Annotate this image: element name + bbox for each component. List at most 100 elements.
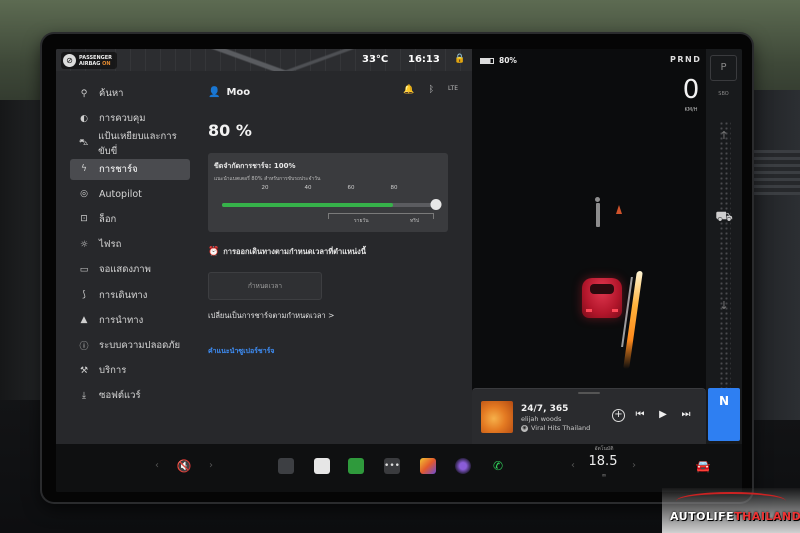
car-icon: ⛍ [78, 138, 89, 149]
passenger-airbag-indicator: ⊘ PASSENGER AIRBAG ON [61, 52, 118, 69]
navigation-icon: ▲ [80, 315, 88, 326]
sidebar-item-controls[interactable]: ◐ การควบคุม [70, 108, 190, 129]
trips-icon: ⟆ [82, 290, 86, 300]
phone-icon[interactable]: ✆ [490, 457, 506, 475]
switch-to-scheduled-charging-link[interactable]: เปลี่ยนเป็นการชาร์จตามกำหนดเวลา > [208, 310, 458, 322]
outside-temperature: 33°C [362, 54, 389, 65]
temp-down-icon[interactable]: ‹ [568, 457, 578, 475]
climate-mode-label: อัตโนมัติ [594, 446, 614, 452]
schedule-button[interactable]: กำหนดเวลา [208, 272, 322, 300]
settings-panel: ⊘ PASSENGER AIRBAG ON 33°C 16:13 🔒 ⚲ ค้นห… [56, 49, 472, 444]
sidebar-item-trips[interactable]: ⟆ การเดินทาง [70, 285, 190, 306]
airbag-label-line2: AIRBAG [79, 60, 101, 67]
neutral-button[interactable]: N [708, 388, 740, 441]
manual-app-icon[interactable] [314, 458, 330, 474]
sidebar-item-label: Autopilot [99, 188, 142, 200]
sidebar-item-safety[interactable]: ⓘ ระบบความปลอดภัย [70, 335, 190, 356]
state-of-charge: 80 % [208, 121, 252, 140]
sidebar-item-navigation[interactable]: ▲ การนำทาง [70, 310, 190, 331]
lock-status-icon[interactable]: 🔒 [454, 54, 465, 64]
light-icon: ☼ [79, 239, 89, 250]
charging-settings: 👤 Moo 🔔 ᛒ LTE 80 % ขีดจำกัดการชาร์จ: 100… [208, 83, 458, 357]
sidebar-item-software[interactable]: ⤓ ซอฟต์แวร์ [70, 385, 190, 406]
battery-indicator: 80% [480, 56, 517, 65]
alarm-clock-icon: ⏰ [208, 247, 220, 257]
park-sub-label: SBO [718, 91, 729, 97]
next-track-icon[interactable]: ⏭ [679, 409, 693, 420]
user-icon: 👤 [208, 86, 221, 98]
mute-icon[interactable]: 🔇 [174, 457, 194, 475]
bell-icon[interactable]: 🔔 [403, 85, 414, 95]
fan-icon: ∞ [601, 472, 607, 479]
car-interior-left [0, 100, 45, 400]
arrow-up-icon: ↑ [719, 129, 729, 142]
cabin-temperature[interactable]: 18.5 [588, 454, 618, 469]
album-art [481, 401, 513, 433]
lock-icon: ⊡ [80, 214, 88, 225]
sidebar-item-service[interactable]: ⚒ บริการ [70, 360, 190, 381]
charge-limit-slider[interactable] [222, 199, 442, 210]
download-icon: ⤓ [82, 390, 86, 401]
tick-label: 40 [304, 185, 312, 191]
sidebar-item-display[interactable]: ▭ จอแสดงภาพ [70, 259, 190, 280]
settings-sidebar: ⚲ ค้นหา ◐ การควบคุม ⛍ แป้นเหยียบและการขับขี… [70, 83, 190, 410]
sidebar-item-label: ระบบความปลอดภัย [99, 339, 181, 351]
add-favorite-icon[interactable]: + [612, 409, 625, 422]
ego-vehicle [582, 278, 622, 318]
volume-up-icon[interactable]: › [206, 457, 216, 475]
energy-app-icon[interactable] [348, 458, 364, 474]
gear-drag-track[interactable] [719, 121, 731, 421]
scheduled-departure-row: ⏰ การออกเดินทางตามกำหนดเวลาที่ตำแหน่งนี้ [208, 246, 458, 258]
sidebar-item-autopilot[interactable]: ◎ Autopilot [70, 184, 190, 205]
watermark-swoosh [676, 492, 786, 510]
sidebar-item-charging[interactable]: ϟ การชาร์จ [70, 158, 190, 180]
safety-icon: ⓘ [79, 341, 89, 352]
bluetooth-icon[interactable]: ᛒ [429, 85, 434, 95]
sidebar-item-locks[interactable]: ⊡ ล็อก [70, 209, 190, 230]
sidebar-item-label: จอแสดงภาพ [99, 264, 151, 276]
supercharging-tips-link[interactable]: คำแนะนำซูเปอร์ชาร์จ [208, 346, 458, 357]
gear-indicator: PRND [670, 55, 702, 64]
track-title: 24/7, 365 [521, 404, 569, 414]
car-controls-icon[interactable]: 🚘 [693, 457, 713, 475]
sidebar-item-label: บริการ [99, 365, 127, 377]
arcade-app-icon[interactable] [420, 458, 436, 474]
dashcam-app-icon[interactable] [278, 458, 294, 474]
temp-up-icon[interactable]: › [629, 457, 639, 475]
driving-visualization: 80% PRND 0 KM/H [472, 49, 742, 444]
airbag-icon: ⊘ [63, 54, 76, 67]
charge-limit-title: ขีดจำกัดการชาร์จ: 100% [214, 162, 296, 170]
profile-row[interactable]: 👤 Moo 🔔 ᛒ LTE [208, 83, 458, 101]
park-button[interactable]: P [710, 55, 737, 81]
gear-selector-rail: P SBO ↑ ⛟ ↓ N [706, 49, 742, 444]
sidebar-item-pedals-driving[interactable]: ⛍ แป้นเหยียบและการขับขี่ [70, 131, 190, 157]
watermark: AUTOLIFETHAILAND.TV [662, 488, 800, 533]
sidebar-item-label: การเดินทาง [99, 289, 148, 301]
battery-percent: 80% [499, 56, 517, 65]
charge-level-fill [222, 203, 394, 207]
charge-limit-slider-handle[interactable] [430, 199, 442, 210]
scheduled-departure-label: การออกเดินทางตามกำหนดเวลาที่ตำแหน่งนี้ [223, 247, 366, 256]
tick-label: 60 [347, 185, 355, 191]
more-apps-icon[interactable]: ••• [384, 458, 400, 474]
play-icon[interactable]: ▶ [656, 409, 670, 420]
track-artist: elijah woods [521, 415, 562, 423]
map-preview-strip[interactable]: ⊘ PASSENGER AIRBAG ON 33°C 16:13 🔒 [56, 49, 472, 71]
media-player[interactable]: 24/7, 365 elijah woods ◉ Viral Hits Thai… [472, 388, 706, 444]
search-icon: ⚲ [80, 88, 88, 99]
media-player-handle[interactable] [578, 392, 600, 394]
sidebar-item-label: ล็อก [99, 213, 117, 225]
sidebar-item-lights[interactable]: ☼ ไฟรถ [70, 234, 190, 255]
sidebar-item-label: ไฟรถ [99, 239, 122, 251]
sidebar-item-label: การชาร์จ [99, 163, 138, 175]
trip-label: ทริป [410, 218, 420, 224]
profile-name: Moo [226, 86, 251, 98]
volume-down-icon[interactable]: ‹ [152, 457, 162, 475]
sidebar-item-search[interactable]: ⚲ ค้นหา [70, 83, 190, 104]
sidebar-item-label: ค้นหา [99, 88, 124, 99]
tick-label: 80 [390, 185, 398, 191]
sidebar-item-label: การควบคุม [99, 113, 146, 125]
clock: 16:13 [408, 54, 440, 65]
previous-track-icon[interactable]: ⏮ [633, 409, 647, 420]
camera-app-icon[interactable] [455, 458, 471, 474]
